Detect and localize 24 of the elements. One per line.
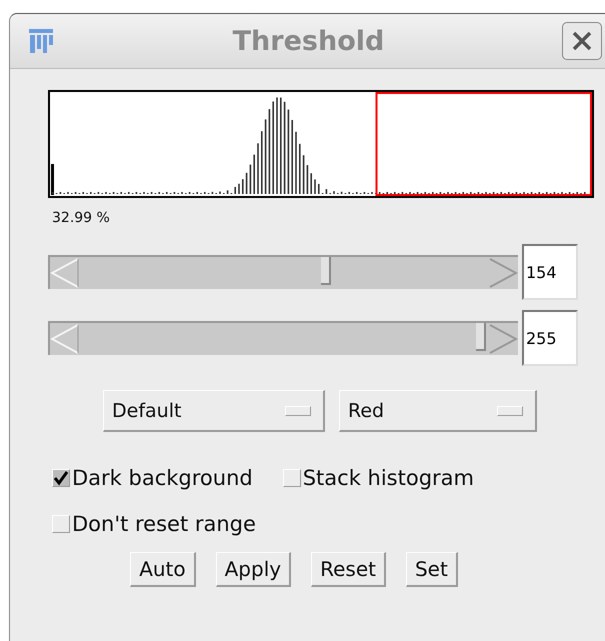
threshold-slider[interactable] — [48, 321, 518, 355]
app-logo-icon — [27, 27, 55, 55]
checkbox[interactable]: Don't reset range — [52, 512, 582, 536]
checkbox-box[interactable] — [52, 469, 70, 487]
slider-thumb[interactable] — [476, 323, 486, 351]
close-icon — [571, 30, 593, 52]
checkbox-box[interactable] — [52, 515, 70, 533]
action-button[interactable]: Auto — [130, 552, 196, 587]
dropdown[interactable]: Default — [103, 390, 325, 432]
action-button[interactable]: Apply — [216, 552, 292, 587]
close-button[interactable] — [562, 22, 602, 60]
percentage-text: 32.99 % — [52, 210, 111, 226]
checkbox-box[interactable] — [282, 469, 301, 487]
dropdown-indicator-icon — [285, 406, 311, 416]
dropdown-indicator-icon — [497, 406, 523, 416]
checkbox-label: Don't reset range — [72, 512, 256, 536]
dropdown[interactable]: Red — [339, 390, 537, 432]
slider-thumb[interactable] — [321, 257, 332, 285]
threshold-slider[interactable] — [48, 255, 518, 289]
action-button[interactable]: Reset — [311, 552, 386, 587]
value-field[interactable]: 154 — [522, 244, 578, 300]
value-field[interactable]: 255 — [522, 310, 578, 366]
action-button[interactable]: Set — [406, 552, 458, 587]
window-title: Threshold — [232, 26, 386, 56]
